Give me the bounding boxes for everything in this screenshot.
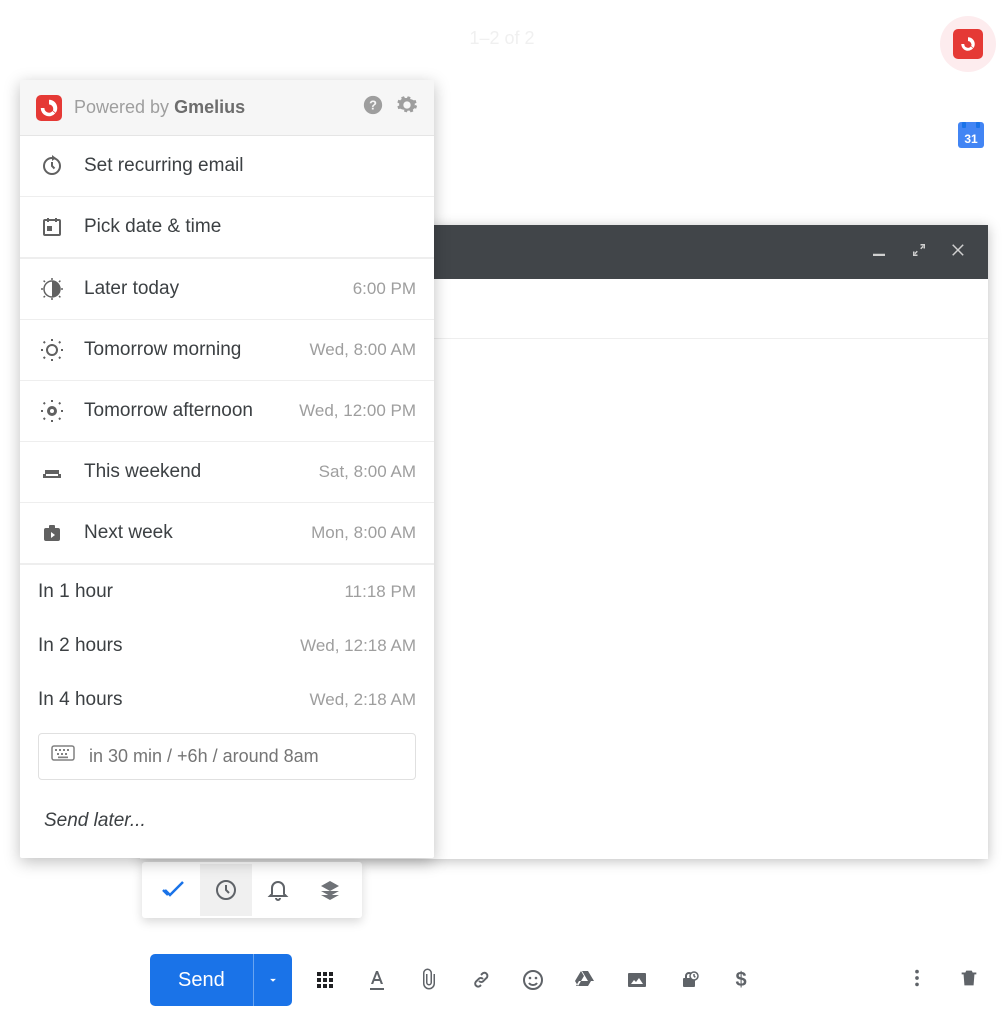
next-week-icon: [38, 521, 66, 545]
option-in-1-hour[interactable]: In 1 hour 11:18 PM: [20, 565, 434, 619]
help-icon[interactable]: ?: [362, 94, 384, 121]
popup-header: Powered by Gmelius ?: [20, 80, 434, 136]
pagination-count: 1–2 of 2: [469, 28, 534, 49]
emoji-icon[interactable]: [520, 967, 546, 993]
compose-send-toolbar: Send $: [150, 954, 980, 1006]
natural-language-input[interactable]: [89, 746, 403, 767]
option-later-today[interactable]: Later today 6:00 PM: [20, 259, 434, 320]
send-button-group: Send: [150, 954, 292, 1006]
natural-language-input-wrap: [38, 733, 416, 780]
settings-icon[interactable]: [396, 94, 418, 121]
text-format-icon[interactable]: [364, 967, 390, 993]
tracking-icon[interactable]: [148, 864, 200, 916]
send-button[interactable]: Send: [150, 954, 253, 1006]
gmelius-logo-icon: [953, 29, 983, 59]
svg-text:?: ?: [369, 98, 377, 113]
link-icon[interactable]: [468, 967, 494, 993]
option-in-2-hours[interactable]: In 2 hours Wed, 12:18 AM: [20, 619, 434, 673]
more-options-icon[interactable]: [906, 967, 928, 994]
option-next-week[interactable]: Next week Mon, 8:00 AM: [20, 503, 434, 564]
calendar-pick-icon: [38, 215, 66, 239]
svg-text:$: $: [735, 969, 746, 991]
popup-title: Powered by Gmelius: [74, 97, 245, 118]
money-icon[interactable]: $: [728, 967, 754, 993]
gmelius-logo-icon: [36, 95, 62, 121]
schedule-icon[interactable]: [200, 864, 252, 916]
relative-times: In 1 hour 11:18 PM In 2 hours Wed, 12:18…: [20, 564, 434, 788]
keyboard-icon: [51, 744, 75, 769]
drive-icon[interactable]: [572, 967, 598, 993]
later-today-icon: [38, 277, 66, 301]
attach-icon[interactable]: [416, 967, 442, 993]
formatting-toolbar: $: [312, 967, 754, 993]
send-later-caption[interactable]: Send later...: [20, 788, 434, 858]
option-tomorrow-afternoon[interactable]: Tomorrow afternoon Wed, 12:00 PM: [20, 381, 434, 442]
minimize-icon[interactable]: [870, 241, 888, 264]
weekend-icon: [38, 460, 66, 484]
recurring-icon: [38, 154, 66, 178]
confidential-icon[interactable]: [676, 967, 702, 993]
send-more-button[interactable]: [253, 954, 292, 1006]
sequences-icon[interactable]: [304, 864, 356, 916]
option-set-recurring[interactable]: Set recurring email: [20, 136, 434, 197]
apps-grid-icon[interactable]: [312, 967, 338, 993]
close-icon[interactable]: [950, 241, 968, 264]
option-pick-date[interactable]: Pick date & time: [20, 197, 434, 258]
fullscreen-icon[interactable]: [910, 241, 928, 264]
gmelius-mini-toolbar: [142, 862, 362, 918]
discard-icon[interactable]: [958, 967, 980, 994]
morning-icon: [38, 338, 66, 362]
gmelius-badge[interactable]: [940, 16, 996, 72]
option-this-weekend[interactable]: This weekend Sat, 8:00 AM: [20, 442, 434, 503]
afternoon-icon: [38, 399, 66, 423]
reminder-icon[interactable]: [252, 864, 304, 916]
image-icon[interactable]: [624, 967, 650, 993]
calendar-icon[interactable]: 31: [958, 122, 984, 148]
send-later-popup: Powered by Gmelius ? Set recurring email…: [20, 80, 434, 858]
option-in-4-hours[interactable]: In 4 hours Wed, 2:18 AM: [20, 673, 434, 727]
option-tomorrow-morning[interactable]: Tomorrow morning Wed, 8:00 AM: [20, 320, 434, 381]
